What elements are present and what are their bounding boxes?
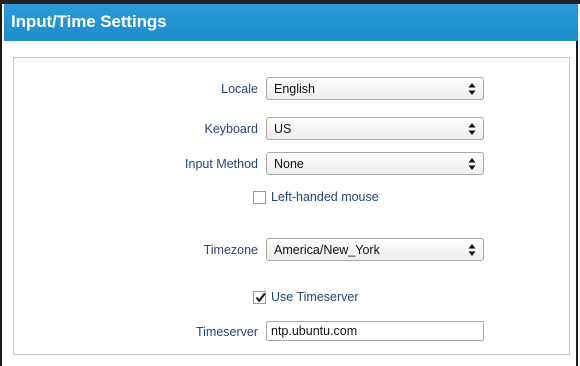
keyboard-select[interactable]: US xyxy=(266,117,484,140)
settings-window: Input/Time Settings Locale English Keybo… xyxy=(0,0,580,366)
updown-arrows-icon xyxy=(468,244,476,256)
updown-arrows-icon xyxy=(468,83,476,95)
window-title: Input/Time Settings xyxy=(11,12,167,31)
input-method-select[interactable]: None xyxy=(266,152,484,175)
title-bar: Input/Time Settings xyxy=(4,4,578,41)
timezone-label: Timezone xyxy=(203,243,258,257)
timeserver-input[interactable]: ntp.ubuntu.com xyxy=(266,321,484,341)
settings-panel xyxy=(13,57,570,355)
timeserver-value: ntp.ubuntu.com xyxy=(271,324,358,338)
use-timeserver-checkbox[interactable] xyxy=(253,291,266,304)
updown-arrows-icon xyxy=(468,123,476,135)
locale-select[interactable]: English xyxy=(266,77,484,100)
updown-arrows-icon xyxy=(468,158,476,170)
keyboard-value: US xyxy=(274,122,292,136)
locale-label: Locale xyxy=(221,82,258,96)
checkmark-icon xyxy=(255,292,266,303)
keyboard-label: Keyboard xyxy=(204,122,258,136)
left-handed-mouse-checkbox[interactable] xyxy=(253,191,266,204)
use-timeserver-label[interactable]: Use Timeserver xyxy=(271,290,359,304)
timezone-select[interactable]: America/New_York xyxy=(266,238,484,261)
locale-value: English xyxy=(274,82,315,96)
timezone-value: America/New_York xyxy=(274,243,380,257)
left-handed-mouse-label[interactable]: Left-handed mouse xyxy=(271,190,379,204)
timeserver-label: Timeserver xyxy=(195,325,258,339)
input-method-value: None xyxy=(274,157,304,171)
input-method-label: Input Method xyxy=(185,157,258,171)
